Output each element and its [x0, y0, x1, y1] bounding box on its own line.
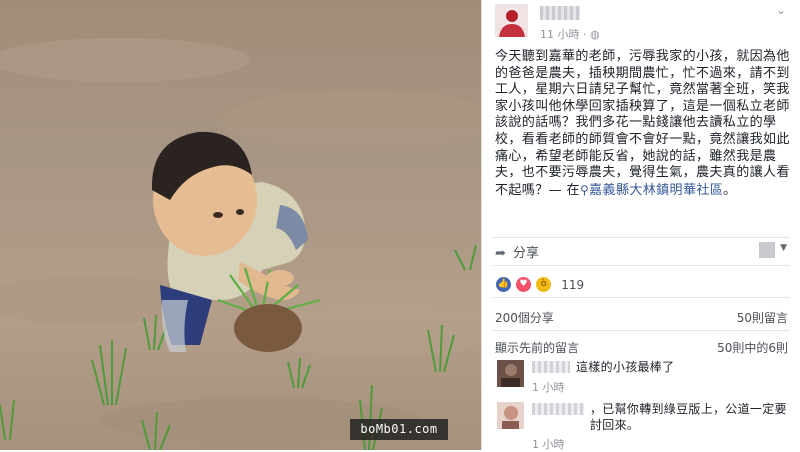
share-label: 分享	[513, 246, 540, 261]
location-link[interactable]: 嘉義縣大林鎮明華社區	[589, 183, 723, 198]
mini-avatar	[759, 242, 775, 258]
comment-text: ，已幫你轉到綠豆版上，公道一定要討回來。	[590, 402, 787, 432]
comment-time[interactable]: 1 小時	[532, 379, 565, 395]
comment-text: 這樣的小孩最棒了	[576, 360, 675, 374]
location-pin-icon: ⚲	[579, 182, 590, 197]
reactions-summary[interactable]: 👍 ♥ ò 119	[495, 274, 585, 293]
divider	[492, 297, 790, 298]
love-reaction-icon: ♥	[515, 276, 533, 293]
shares-count[interactable]: 200個分享	[495, 309, 554, 326]
post-text-end: 。	[723, 182, 737, 198]
commenter-name[interactable]	[532, 361, 570, 373]
post-photo[interactable]: boMb01.com	[0, 0, 481, 450]
post-body: 今天聽到嘉華的老師，污辱我家的小孩，就因為他的爸爸是農夫，插秧期間農忙，忙不過來…	[495, 49, 791, 199]
post-timestamp[interactable]: 11 小時 · ◍	[540, 26, 600, 42]
reaction-count: 119	[561, 277, 585, 292]
divider	[492, 237, 790, 238]
chevron-down-icon[interactable]: ⌄	[776, 3, 786, 17]
facebook-post-panel: 11 小時 · ◍ ⌄ 今天聽到嘉華的老師，污辱我家的小孩，就因為他的爸爸是農夫…	[481, 0, 800, 451]
poster-avatar[interactable]	[495, 4, 528, 37]
like-reaction-icon: 👍	[495, 276, 512, 293]
poster-name[interactable]	[540, 6, 580, 20]
divider	[492, 265, 790, 266]
watermark: boMb01.com	[350, 419, 448, 440]
angry-reaction-icon: ò	[535, 276, 553, 293]
globe-icon: ◍	[589, 28, 600, 41]
view-previous-comments[interactable]: 顯示先前的留言	[495, 339, 579, 356]
rice-field-photo	[0, 38, 481, 450]
commenter-name[interactable]	[532, 403, 584, 415]
comments-count[interactable]: 50則留言	[737, 309, 788, 326]
comments-range: 50則中的6則	[717, 341, 788, 355]
share-icon: ➦	[495, 246, 506, 261]
post-text: 今天聽到嘉華的老師，污辱我家的小孩，就因為他的爸爸是農夫，插秧期間農忙，忙不過來…	[495, 49, 790, 198]
share-button[interactable]: ➦ 分享	[495, 242, 539, 261]
post-time-text[interactable]: 11 小時 ·	[540, 28, 590, 41]
divider	[492, 330, 790, 331]
commenter-avatar[interactable]	[497, 360, 524, 387]
caret-down-icon: ▼	[780, 243, 787, 253]
post-as-selector[interactable]: ▼	[759, 240, 787, 260]
commenter-avatar[interactable]	[497, 402, 524, 429]
